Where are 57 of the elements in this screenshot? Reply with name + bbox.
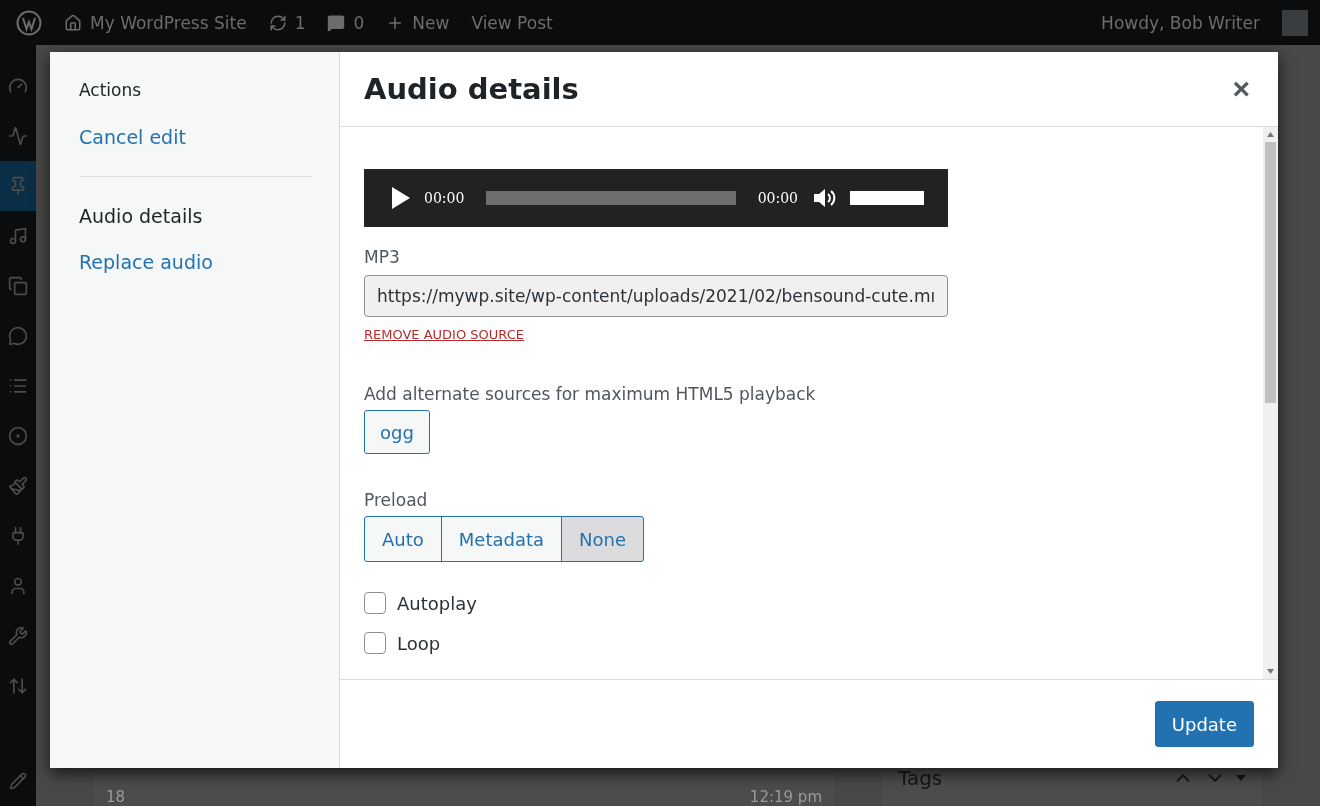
speech-bubble-icon [327, 13, 346, 32]
current-time: 00:00 [424, 190, 465, 206]
actions-heading: Actions [79, 80, 143, 100]
close-button[interactable]: × [1228, 72, 1254, 106]
checkbox[interactable] [364, 592, 386, 614]
draft-time: 12:19 pm [749, 788, 822, 806]
home-icon [64, 13, 82, 32]
preload-option[interactable]: None [561, 516, 644, 562]
preload-option[interactable]: Auto [364, 516, 442, 562]
word-count: 18 [106, 788, 126, 806]
site-link[interactable]: My WordPress Site [64, 12, 247, 33]
duration: 00:00 [757, 190, 798, 206]
arrows-icon [8, 676, 28, 696]
modal-title: Audio details [364, 72, 579, 106]
volume-icon[interactable] [812, 186, 836, 210]
speech-bubble-icon [8, 326, 28, 346]
sidebar-link[interactable]: Replace audio [79, 251, 311, 273]
progress-track[interactable] [486, 191, 736, 205]
comments-link[interactable]: 0 [327, 12, 365, 33]
scroll-up-icon[interactable] [1267, 132, 1274, 137]
alternate-sources-label: Add alternate sources for maximum HTML5 playback [364, 384, 817, 404]
updates-link[interactable]: 1 [268, 12, 306, 33]
preload-label: Preload [364, 490, 429, 510]
user-icon [8, 576, 28, 596]
media-icon [8, 226, 28, 246]
refresh-icon [268, 13, 287, 32]
view-post-link[interactable]: View Post [471, 12, 553, 33]
cancel-edit-link[interactable]: Cancel edit [79, 126, 311, 148]
menu-item[interactable] [0, 161, 36, 211]
account-greeting[interactable]: Howdy, Bob Writer [1101, 12, 1260, 33]
circle-icon [8, 426, 28, 446]
pin-icon [8, 176, 28, 196]
preload-option[interactable]: Metadata [440, 516, 563, 562]
gauge-icon [8, 76, 28, 96]
wave-icon [8, 126, 28, 146]
checkbox-label: Autoplay [397, 592, 477, 614]
scrollbar[interactable] [1263, 127, 1278, 679]
update-button[interactable]: Update [1154, 701, 1254, 747]
scroll-down-icon[interactable] [1267, 669, 1274, 674]
new-link[interactable]: New [386, 12, 450, 33]
wrench-icon [8, 626, 28, 646]
play-icon[interactable] [392, 187, 410, 209]
wordpress-logo-icon[interactable] [16, 9, 42, 36]
checkbox-label: Loop [397, 632, 441, 654]
avatar[interactable] [1282, 9, 1308, 36]
format-button[interactable]: ogg [364, 410, 430, 454]
pages-icon [8, 276, 28, 296]
checkbox[interactable] [364, 632, 386, 654]
sidebar-link[interactable]: Audio details [79, 205, 311, 227]
source-url-field[interactable]: https://mywp.site/wp-content/uploads/2021/02/bensound-cute.mı [364, 275, 948, 317]
triangle-down-icon[interactable] [1236, 775, 1246, 781]
remove-source-link[interactable]: REMOVE AUDIO SOURCE [364, 327, 524, 342]
source-label: MP3 [364, 247, 401, 267]
list-icon [8, 376, 28, 396]
volume-slider[interactable] [850, 191, 924, 205]
pencil-icon [9, 772, 27, 790]
paintbrush-icon [8, 476, 28, 496]
